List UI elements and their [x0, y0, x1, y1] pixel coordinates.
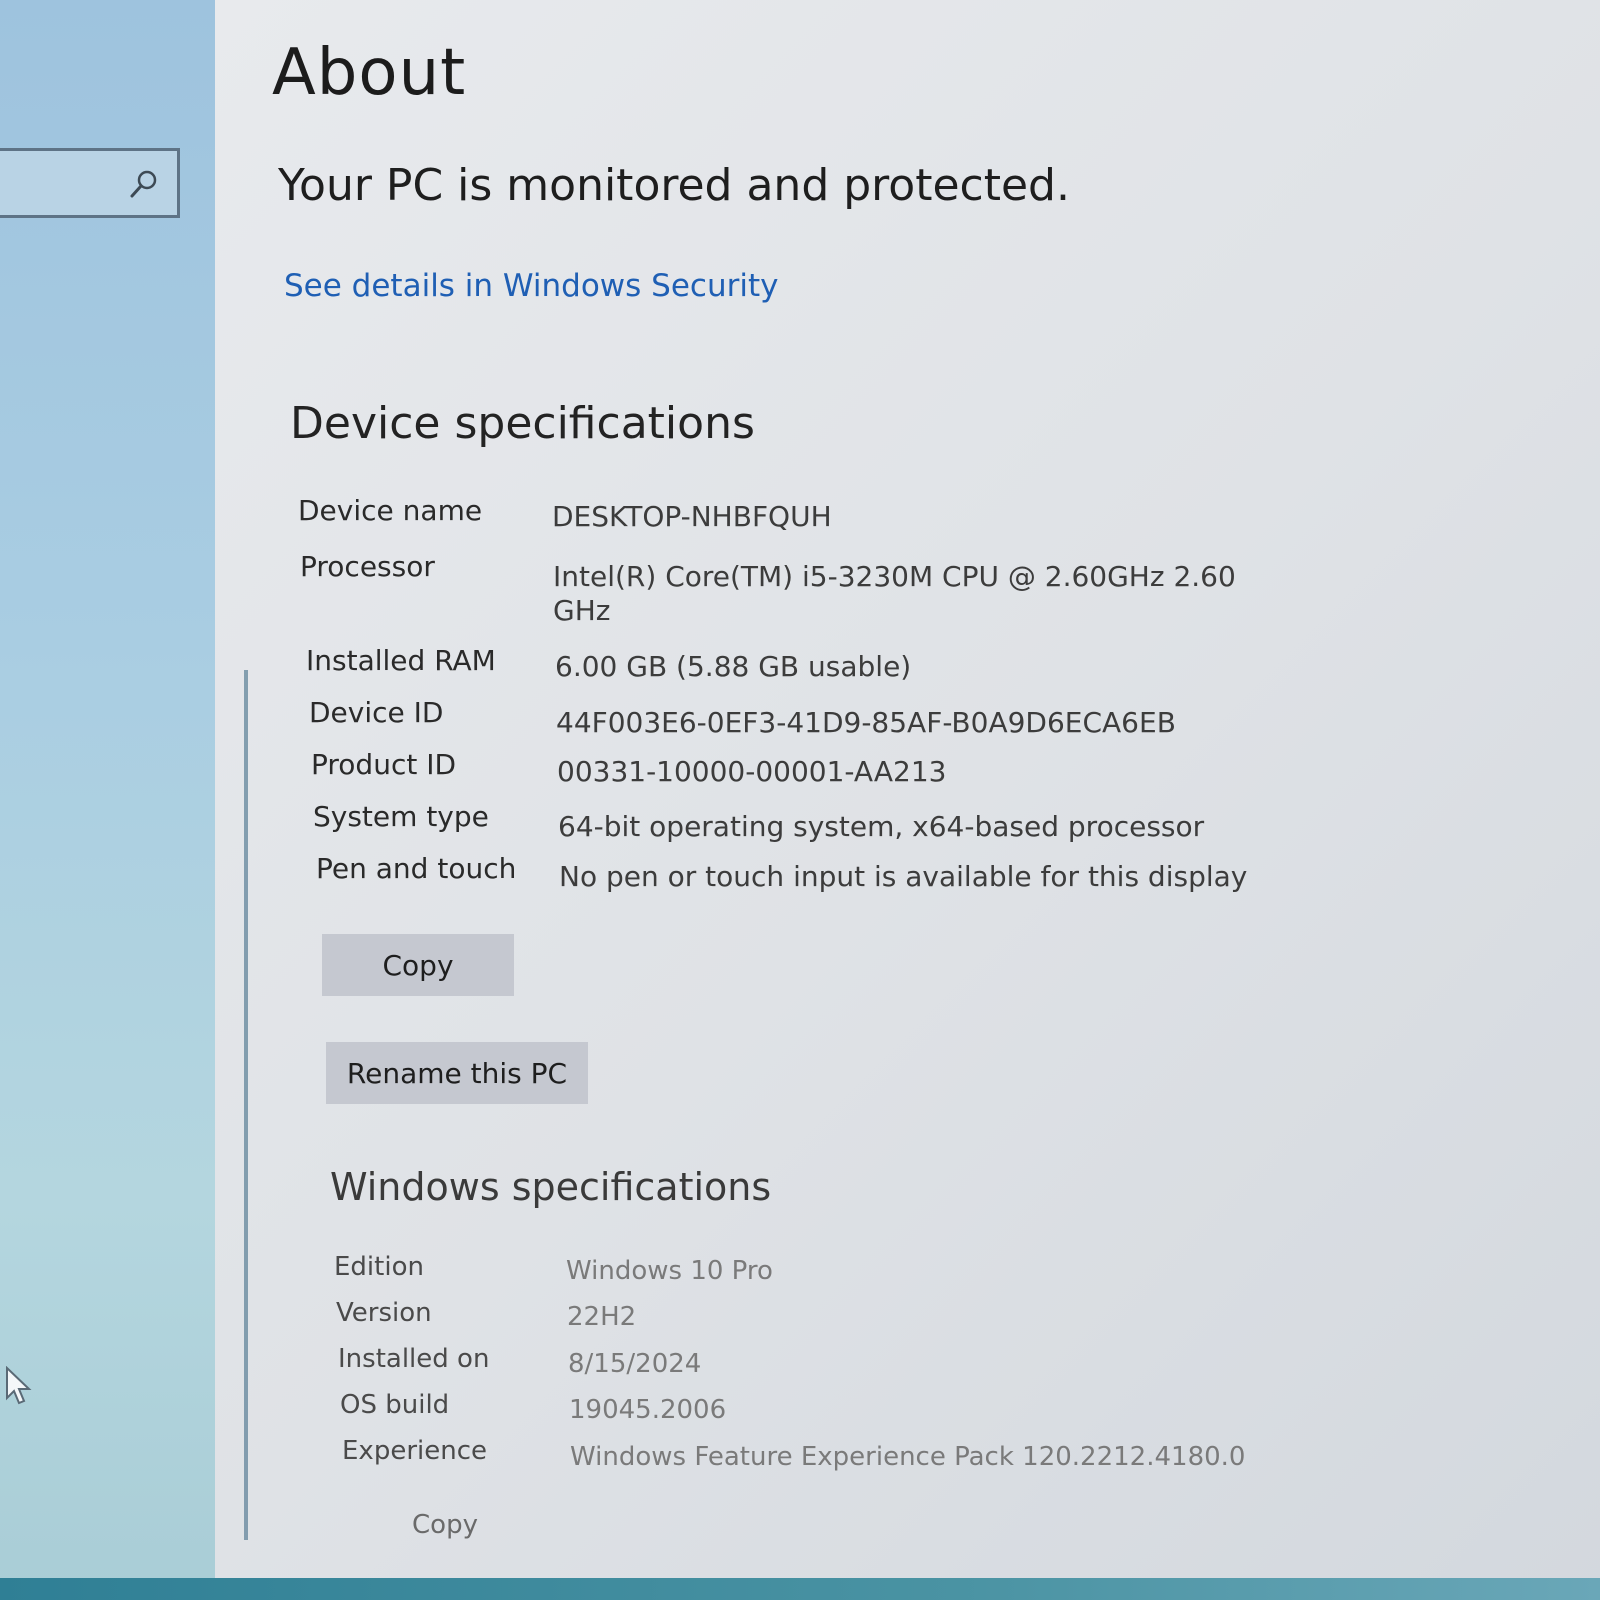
- device-specifications-heading: Device specifications: [290, 398, 755, 449]
- spec-value: Windows Feature Experience Pack 120.2212…: [570, 1442, 1246, 1472]
- spec-value: 6.00 GB (5.88 GB usable): [555, 650, 912, 683]
- spec-value: 22H2: [567, 1302, 637, 1332]
- spec-label: Experience: [342, 1436, 487, 1466]
- spec-value: DESKTOP-NHBFQUH: [552, 500, 832, 533]
- spec-value: No pen or touch input is available for t…: [559, 860, 1248, 893]
- spec-label: Pen and touch: [316, 852, 517, 885]
- windows-security-link[interactable]: See details in Windows Security: [284, 268, 778, 304]
- spec-label: Device ID: [309, 696, 444, 729]
- spec-label: Version: [336, 1298, 432, 1328]
- spec-label: Device name: [298, 494, 483, 527]
- spec-label: Edition: [334, 1252, 424, 1282]
- taskbar-edge: [0, 1578, 1600, 1600]
- spec-value: 19045.2006: [569, 1395, 727, 1425]
- security-status-text: Your PC is monitored and protected.: [278, 160, 1070, 211]
- spec-label: Installed RAM: [306, 644, 496, 677]
- spec-value: 8/15/2024: [568, 1349, 702, 1379]
- spec-label: Installed on: [338, 1344, 490, 1374]
- navigation-pane: [0, 0, 215, 1600]
- pane-divider: [244, 670, 248, 1540]
- copy-windows-specs-button[interactable]: Copy: [390, 1500, 500, 1550]
- spec-value: 64-bit operating system, x64-based proce…: [558, 810, 1205, 843]
- settings-search-box[interactable]: [0, 148, 180, 218]
- spec-label: Product ID: [311, 748, 457, 781]
- spec-value: 44F003E6-0EF3-41D9-85AF-B0A9D6ECA6EB: [556, 706, 1176, 739]
- page-title: About: [272, 36, 467, 110]
- spec-value: Intel(R) Core(TM) i5-3230M CPU @ 2.60GHz…: [553, 560, 1236, 627]
- spec-value: 00331-10000-00001-AA213: [557, 755, 947, 788]
- mouse-pointer-icon: [6, 1366, 32, 1405]
- windows-specifications-heading: Windows specifications: [330, 1165, 772, 1209]
- spec-label: System type: [313, 800, 489, 833]
- spec-label: OS build: [340, 1390, 450, 1420]
- spec-value: Windows 10 Pro: [566, 1256, 773, 1286]
- search-icon[interactable]: [129, 169, 159, 199]
- spec-label: Processor: [300, 550, 435, 583]
- copy-device-specs-button[interactable]: Copy: [322, 934, 514, 996]
- rename-pc-button[interactable]: Rename this PC: [326, 1042, 588, 1104]
